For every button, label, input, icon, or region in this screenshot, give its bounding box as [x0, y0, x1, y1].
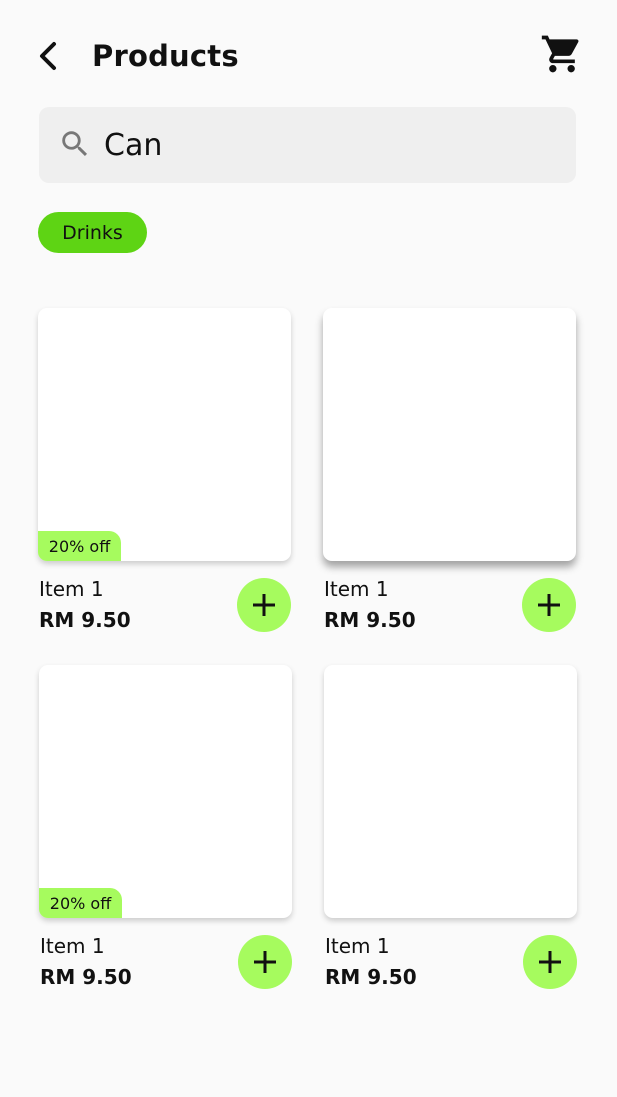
discount-badge: 20% off — [38, 531, 121, 561]
plus-icon — [538, 594, 560, 616]
product-image-card[interactable]: 20% off — [39, 665, 292, 918]
page-title: Products — [92, 39, 239, 73]
back-button[interactable] — [30, 36, 66, 76]
chevron-left-icon — [40, 42, 56, 70]
product-price: RM 9.50 — [39, 608, 131, 632]
product-image-card[interactable]: 20% off — [38, 308, 291, 561]
product-name: Item 1 — [39, 577, 104, 601]
product-price: RM 9.50 — [324, 608, 416, 632]
plus-icon — [254, 951, 276, 973]
plus-icon — [539, 951, 561, 973]
product-price: RM 9.50 — [40, 965, 132, 989]
search-input[interactable] — [104, 124, 544, 166]
product-image-card[interactable] — [324, 665, 577, 918]
shopping-cart-icon — [541, 35, 579, 73]
product-name: Item 1 — [325, 934, 390, 958]
add-to-cart-button[interactable] — [522, 578, 576, 632]
cart-button[interactable] — [538, 30, 586, 78]
app-header: Products — [0, 0, 617, 100]
search-icon — [62, 131, 88, 157]
product-name: Item 1 — [324, 577, 389, 601]
product-name: Item 1 — [40, 934, 105, 958]
add-to-cart-button[interactable] — [523, 935, 577, 989]
category-chip-drinks[interactable]: Drinks — [38, 212, 147, 253]
add-to-cart-button[interactable] — [237, 578, 291, 632]
plus-icon — [253, 594, 275, 616]
product-image-card[interactable] — [323, 308, 576, 561]
product-price: RM 9.50 — [325, 965, 417, 989]
discount-badge: 20% off — [39, 888, 122, 918]
add-to-cart-button[interactable] — [238, 935, 292, 989]
